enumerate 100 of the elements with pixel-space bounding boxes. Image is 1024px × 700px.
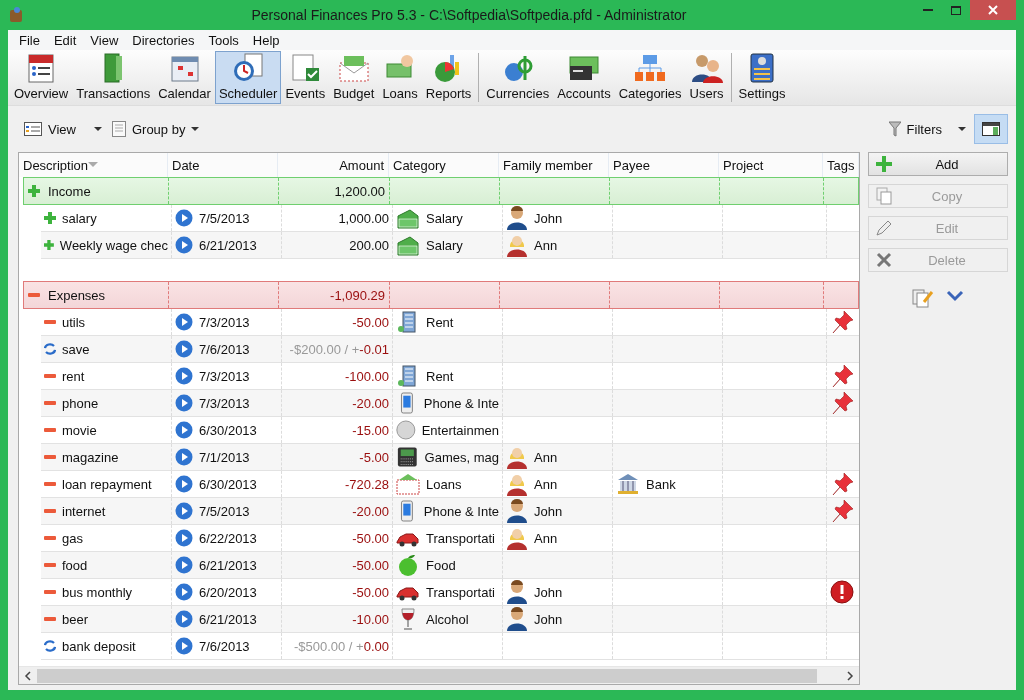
toolbar-button[interactable]: Loans: [378, 51, 422, 104]
toolbar-button[interactable]: Settings: [734, 51, 790, 104]
member-name: Ann: [534, 237, 558, 253]
play-icon: [175, 367, 193, 385]
filters-dropdown[interactable]: Filters: [886, 119, 968, 139]
toolbar-button[interactable]: Reports: [421, 51, 476, 104]
description-text: bus monthly: [62, 584, 133, 600]
toolbar-button[interactable]: Overview: [10, 51, 73, 104]
description-text: gas: [62, 530, 83, 546]
amount-text: 200.00: [349, 237, 389, 253]
transaction-row[interactable]: movie 6/30/2013 -15.00 Entertainmen: [41, 417, 859, 444]
transaction-row[interactable]: internet 7/5/2013 -20.00 Phone & Inte John: [41, 498, 859, 525]
toolbar-button[interactable]: Calendar: [154, 51, 215, 104]
play-icon: [175, 637, 193, 655]
man-avatar-icon: [506, 206, 528, 230]
transaction-row[interactable]: save 7/6/2013 -$200.00 / +-0.01: [41, 336, 859, 363]
description-text: phone: [62, 395, 99, 411]
date-text: 7/3/2013: [199, 314, 250, 330]
description-text: bank deposit: [62, 638, 136, 654]
group-total: -1,090.29: [330, 287, 385, 303]
bank-icon: [616, 473, 640, 495]
woman-avatar-icon: [506, 233, 528, 257]
description-text: loan repayment: [62, 476, 152, 492]
transaction-row[interactable]: bus monthly 6/20/2013 -50.00 Transportati John: [41, 579, 859, 606]
transaction-row[interactable]: loan repayment 6/30/2013 -720.28 Loans Ann Bank: [41, 471, 859, 498]
amount-text: 0.00: [363, 638, 389, 654]
man-avatar-icon: [506, 580, 528, 604]
menu-item[interactable]: Tools: [201, 32, 246, 48]
group-by-dropdown[interactable]: Group by: [109, 119, 202, 139]
toolbar-button[interactable]: Accounts: [553, 51, 615, 104]
amount-text: -0.01: [359, 341, 389, 357]
maximize-icon: [951, 5, 961, 15]
planned-amount-text: -$500.00 / +: [293, 638, 364, 654]
delete-icon: [875, 251, 893, 269]
toolbar-button[interactable]: Transactions: [72, 51, 155, 104]
transaction-row[interactable]: rent 7/3/2013 -100.00 Rent: [41, 363, 859, 390]
member-name: Ann: [534, 530, 558, 546]
caret-icon: [93, 127, 102, 131]
transaction-row[interactable]: phone 7/3/2013 -20.00 Phone & Inte: [41, 390, 859, 417]
transaction-row[interactable]: utils 7/3/2013 -50.00 Rent: [41, 309, 859, 336]
toolbar-button[interactable]: Events: [281, 51, 330, 104]
transaction-row[interactable]: bank deposit 7/6/2013 -$500.00 / +0.00: [41, 633, 859, 660]
action-button[interactable]: Add: [868, 152, 1008, 176]
transaction-row[interactable]: food 6/21/2013 -50.00 Food: [41, 552, 859, 579]
date-text: 7/6/2013: [199, 638, 250, 654]
toolbar-button[interactable]: Currencies: [482, 51, 554, 104]
group-row[interactable]: Income 1,200.00: [23, 177, 859, 205]
date-text: 6/21/2013: [199, 557, 257, 573]
view-dropdown[interactable]: View: [22, 119, 104, 139]
amount-text: -15.00: [352, 422, 389, 438]
man-avatar-icon: [506, 607, 528, 631]
amount-text: -50.00: [352, 584, 389, 600]
date-text: 6/20/2013: [199, 584, 257, 600]
horizontal-scrollbar[interactable]: [19, 666, 859, 684]
menu-item[interactable]: Edit: [46, 32, 84, 48]
users-icon: [689, 52, 724, 84]
description-text: rent: [62, 368, 85, 384]
transaction-row[interactable]: Weekly wage chec 6/21/2013 200.00 Salary Ann: [41, 232, 859, 259]
close-button[interactable]: [970, 0, 1016, 20]
date-text: 7/3/2013: [199, 368, 250, 384]
disc-icon: [396, 418, 416, 442]
window-panel-icon: [982, 122, 1000, 136]
panel-toggle-button[interactable]: [974, 114, 1008, 144]
play-icon: [175, 556, 193, 574]
group-row[interactable]: Expenses -1,090.29: [23, 281, 859, 309]
handheld-device-icon: [396, 445, 419, 469]
play-icon: [175, 209, 193, 227]
toolbar-button[interactable]: Budget: [329, 51, 379, 104]
play-icon: [175, 394, 193, 412]
apple-icon: [396, 553, 420, 577]
menu-item[interactable]: Help: [245, 32, 287, 48]
toolbar-button[interactable]: Users: [685, 51, 728, 104]
toolbar-button[interactable]: Categories: [614, 51, 686, 104]
category-text: Transportati: [426, 530, 495, 546]
amount-text: -5.00: [359, 449, 389, 465]
category-text: Alcohol: [426, 611, 469, 627]
play-icon: [175, 313, 193, 331]
plus-icon: [875, 155, 893, 173]
date-text: 6/21/2013: [199, 611, 257, 627]
list-view-icon: [24, 122, 42, 136]
funnel-icon: [888, 121, 901, 137]
transaction-row[interactable]: salary 7/5/2013 1,000.00 Salary John: [41, 205, 859, 232]
member-name: John: [534, 503, 563, 519]
member-name: John: [534, 210, 563, 226]
amount-text: -10.00: [352, 611, 389, 627]
category-text: Transportati: [426, 584, 495, 600]
transaction-row[interactable]: beer 6/21/2013 -10.00 Alcohol John: [41, 606, 859, 633]
category-text: Entertainmen: [421, 422, 499, 438]
category-text: Loans: [426, 476, 462, 492]
category-text: Phone & Inte: [423, 503, 499, 519]
menu-item[interactable]: View: [83, 32, 126, 48]
menu-item[interactable]: File: [12, 32, 47, 48]
play-icon: [175, 610, 193, 628]
copy-icon: [875, 187, 893, 205]
planned-amount-text: -$200.00 / +: [289, 341, 360, 357]
member-name: John: [534, 611, 563, 627]
transaction-row[interactable]: gas 6/22/2013 -50.00 Transportati Ann: [41, 525, 859, 552]
transaction-row[interactable]: magazine 7/1/2013 -5.00 Games, mag Ann: [41, 444, 859, 471]
toolbar-button[interactable]: Scheduler: [214, 51, 282, 104]
menu-item[interactable]: Directories: [125, 32, 202, 48]
